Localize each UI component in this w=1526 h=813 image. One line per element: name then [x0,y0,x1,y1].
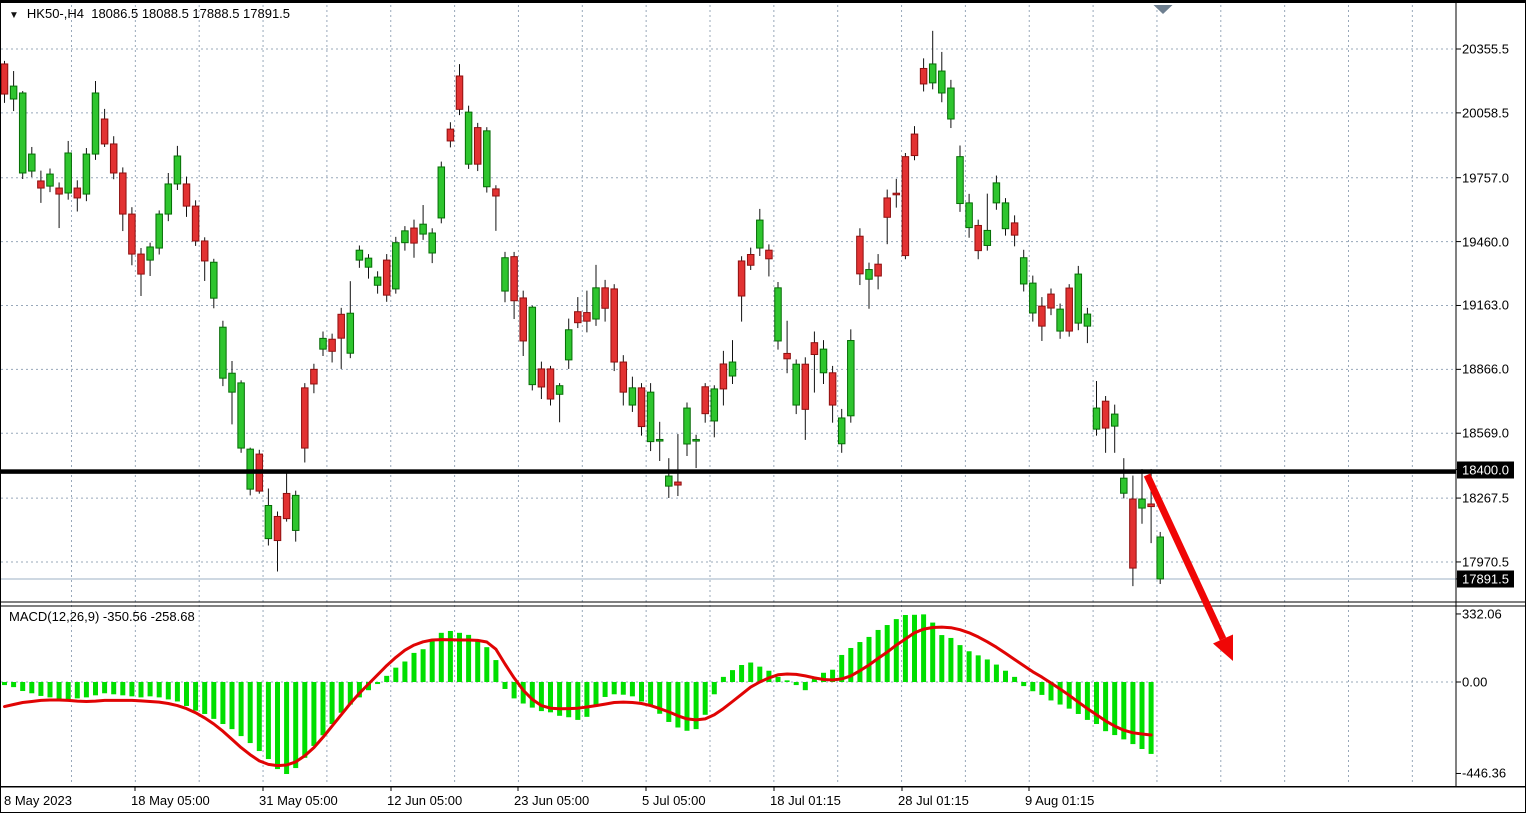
time-label: 12 Jun 05:00 [387,793,462,808]
price-label: 17970.5 [1462,554,1509,569]
macd-indicator-label: MACD(12,26,9) -350.56 -258.68 [9,609,195,624]
price-label: 19757.0 [1462,170,1509,185]
pane-borders [1,1,1526,788]
price-label: 18569.0 [1462,426,1509,441]
macd-axis-label: 0.00 [1462,675,1487,690]
gridlines [1,5,1456,785]
trading-chart-window: ▼ HK50-,H4 18086.5 18088.5 17888.5 17891.… [0,0,1526,813]
time-label: 9 Aug 01:15 [1025,793,1094,808]
time-label: 18 May 05:00 [131,793,210,808]
macd-axis-label: -446.36 [1462,766,1506,781]
price-label: 18866.0 [1462,362,1509,377]
chart-canvas[interactable] [1,1,1526,813]
price-label: 20058.5 [1462,105,1509,120]
time-label: 8 May 2023 [4,793,72,808]
top-bar-marker-icon [1154,5,1173,14]
price-label: 19460.0 [1462,234,1509,249]
ohlc-values: 18086.5 18088.5 17888.5 17891.5 [91,6,290,21]
price-label-highlighted: 17891.5 [1457,570,1514,587]
price-label-highlighted: 18400.0 [1457,461,1514,478]
candlestick-series [1,31,1163,586]
price-label: 19163.0 [1462,298,1509,313]
symbol-period-label: HK50-,H4 [27,6,84,21]
time-label: 31 May 05:00 [259,793,338,808]
price-label: 18267.5 [1462,491,1509,506]
quote-header: ▼ HK50-,H4 18086.5 18088.5 17888.5 17891.… [9,6,290,21]
time-label: 5 Jul 05:00 [642,793,706,808]
macd-axis-label: 332.06 [1462,606,1502,621]
horizontal-trendline-18400[interactable] [1,469,1456,474]
time-label: 18 Jul 01:15 [770,793,841,808]
price-label: 20355.5 [1462,42,1509,57]
axis-ticks [135,49,1461,791]
time-label: 23 Jun 05:00 [514,793,589,808]
time-label: 28 Jul 01:15 [898,793,969,808]
down-triangle-icon[interactable]: ▼ [9,10,19,21]
